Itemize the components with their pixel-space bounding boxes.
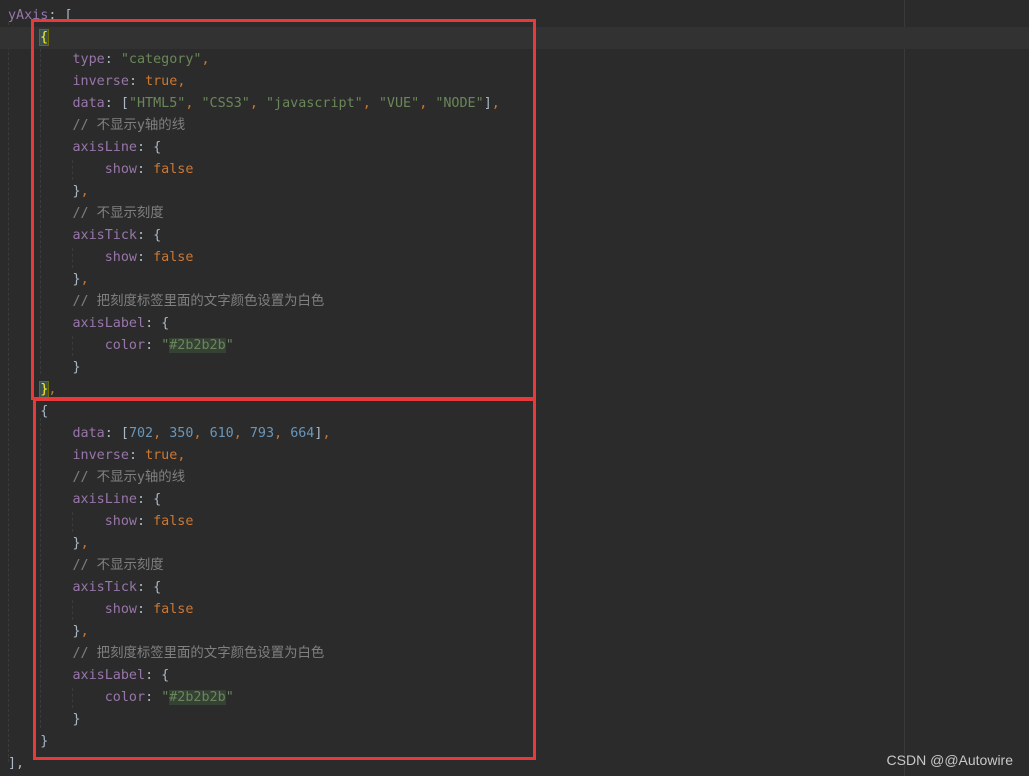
right-margin-guide bbox=[904, 0, 905, 776]
watermark: CSDN @@Autowire bbox=[886, 752, 1013, 768]
code-line: ], bbox=[8, 753, 24, 775]
code-editor[interactable]: yAxis: [ { type: "category", inverse: tr… bbox=[0, 0, 1029, 776]
highlight-box-second-axis bbox=[33, 398, 536, 760]
highlight-box-first-axis bbox=[31, 19, 536, 400]
code-token: ], bbox=[8, 756, 25, 771]
